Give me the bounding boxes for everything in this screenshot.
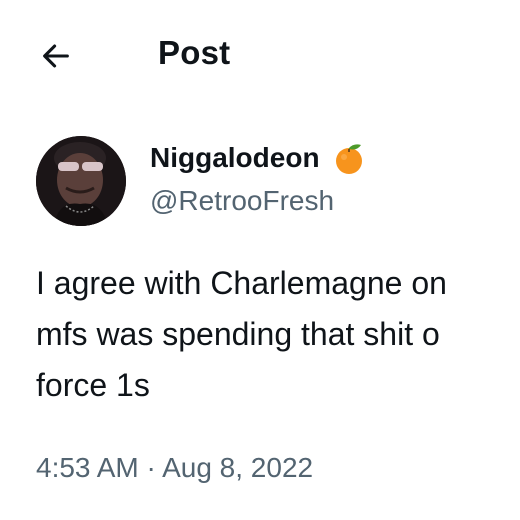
- post-header: Post: [0, 0, 520, 110]
- author-name-text: Niggalodeon: [150, 142, 320, 173]
- author-display-name[interactable]: Niggalodeon: [150, 140, 366, 176]
- author-handle[interactable]: @RetrooFresh: [150, 184, 334, 218]
- post-text-line: mfs was spending that shit o: [36, 316, 440, 352]
- post-text: I agree with Charlemagne on mfs was spen…: [36, 258, 520, 411]
- back-button[interactable]: [30, 30, 82, 82]
- post-timestamp[interactable]: 4:53 AM · Aug 8, 2022: [36, 450, 313, 486]
- author-avatar[interactable]: [36, 136, 126, 226]
- avatar-photo: [36, 136, 126, 226]
- arrow-left-icon: [43, 44, 69, 68]
- post-page: Post Niggalodeon @RetrooFresh I agree wi…: [0, 0, 520, 520]
- post-text-line: force 1s: [36, 367, 150, 403]
- post-text-line: I agree with Charlemagne on: [36, 265, 447, 301]
- orange-fruit-icon: [332, 142, 366, 176]
- page-title: Post: [158, 34, 231, 71]
